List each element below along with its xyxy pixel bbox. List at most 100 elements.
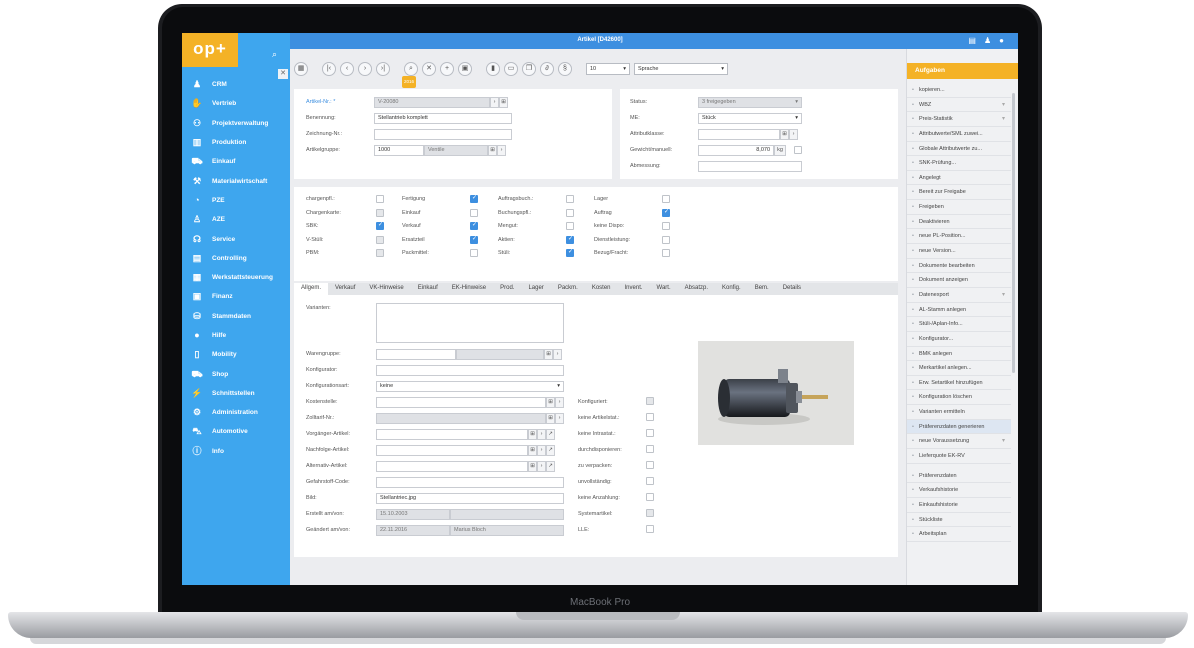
drawing-number-field[interactable] bbox=[374, 129, 512, 140]
task-item[interactable]: Dokumente bearbeiten bbox=[907, 259, 1011, 274]
sidebar-item-crm[interactable]: ♟ CRM bbox=[182, 75, 290, 94]
flag-checkbox[interactable] bbox=[566, 208, 574, 217]
task-item[interactable]: Arbeitsplan bbox=[907, 527, 1011, 542]
sidebar-item-hilfe[interactable]: ● Hilfe bbox=[182, 326, 290, 345]
flag-checkbox[interactable] bbox=[566, 222, 574, 230]
tariff-next-button[interactable]: › bbox=[555, 413, 564, 424]
task-item[interactable]: Einkaufshistorie bbox=[907, 498, 1011, 513]
tab-verkauf[interactable]: Verkauf bbox=[328, 283, 362, 295]
product-group-field[interactable] bbox=[376, 349, 456, 360]
flag-checkbox[interactable] bbox=[470, 208, 478, 217]
close-icon[interactable]: ✕ bbox=[278, 69, 288, 79]
tab-kosten[interactable]: Kosten bbox=[585, 283, 618, 295]
successor-next-button[interactable]: › bbox=[537, 445, 546, 456]
configuration-type-select[interactable]: keine ▾ bbox=[376, 381, 564, 392]
alternative-open-button[interactable]: ↗ bbox=[546, 461, 555, 472]
option-checkbox[interactable] bbox=[646, 397, 654, 405]
task-item[interactable]: Präferenzdaten generieren bbox=[907, 419, 1011, 435]
flag-checkbox[interactable] bbox=[470, 235, 478, 244]
task-item[interactable]: AL-Stamm anlegen bbox=[907, 303, 1011, 318]
weight-manual-checkbox[interactable] bbox=[794, 146, 802, 154]
grid-view-button[interactable]: ▦ bbox=[294, 62, 308, 76]
tab-lager[interactable]: Lager bbox=[521, 283, 550, 295]
predecessor-article-field[interactable] bbox=[376, 429, 528, 440]
last-record-button[interactable]: ›| bbox=[376, 62, 390, 76]
option-checkbox[interactable] bbox=[646, 509, 654, 517]
option-checkbox[interactable] bbox=[646, 477, 654, 485]
successor-open-button[interactable]: ↗ bbox=[546, 445, 555, 456]
predecessor-grid-button[interactable]: ⊞ bbox=[528, 429, 537, 440]
sidebar-item-stammdaten[interactable]: ⛁ Stammdaten bbox=[182, 307, 290, 326]
next-record-button[interactable]: › bbox=[358, 62, 372, 76]
sidebar-item-controlling[interactable]: ▤ Controlling bbox=[182, 249, 290, 268]
language-select[interactable]: Sprache ▾ bbox=[634, 63, 728, 75]
task-item[interactable]: neue Voraussetzung ▾ bbox=[907, 434, 1011, 450]
task-item[interactable]: WBZ ▾ bbox=[907, 98, 1011, 113]
task-item[interactable]: Datenexport ▾ bbox=[907, 288, 1011, 303]
flag-checkbox[interactable] bbox=[662, 222, 670, 230]
sidebar-item-service[interactable]: ☊ Service bbox=[182, 229, 290, 248]
sidebar-item-finanz[interactable]: ▣ Finanz bbox=[182, 287, 290, 306]
sidebar-item-automotive[interactable]: ⛍ Automotive bbox=[182, 422, 290, 441]
flag-checkbox[interactable] bbox=[376, 195, 384, 203]
user-icon[interactable]: ♟ bbox=[984, 36, 991, 45]
flag-checkbox[interactable] bbox=[566, 248, 574, 257]
tab-wart-[interactable]: Wart. bbox=[650, 283, 678, 295]
link-button[interactable]: § bbox=[558, 62, 572, 76]
attribute-class-next-button[interactable]: › bbox=[789, 129, 798, 140]
sidebar-item-werkstattsteuerung[interactable]: ▦ Werkstattsteuerung bbox=[182, 268, 290, 287]
task-item[interactable]: Lieferquote EK-RV bbox=[907, 449, 1011, 464]
task-item[interactable]: Merkartikel anlegen... bbox=[907, 361, 1011, 376]
option-checkbox[interactable] bbox=[646, 429, 654, 437]
sidebar-item-mobility[interactable]: ▯ Mobility bbox=[182, 345, 290, 364]
task-item[interactable]: Angelegt bbox=[907, 171, 1011, 186]
tab-einkauf[interactable]: Einkauf bbox=[411, 283, 445, 295]
flag-checkbox[interactable] bbox=[662, 208, 670, 217]
variants-textarea[interactable] bbox=[376, 303, 564, 343]
sidebar-item-vertrieb[interactable]: ✋ Vertrieb bbox=[182, 94, 290, 113]
flag-checkbox[interactable] bbox=[376, 208, 384, 217]
flag-checkbox[interactable] bbox=[662, 195, 670, 203]
flag-checkbox[interactable] bbox=[662, 235, 670, 244]
task-item[interactable]: Freigeben bbox=[907, 200, 1011, 215]
task-item[interactable]: Verkaufshistorie bbox=[907, 483, 1011, 498]
tab-bem-[interactable]: Bem. bbox=[748, 283, 776, 295]
cost-center-field[interactable] bbox=[376, 397, 546, 408]
print-button[interactable]: ▭ bbox=[504, 62, 518, 76]
article-next-button[interactable]: › bbox=[490, 97, 499, 108]
flag-checkbox[interactable] bbox=[376, 221, 384, 230]
attach-button[interactable]: ∂ bbox=[540, 62, 554, 76]
task-item[interactable]: Präferenzdaten bbox=[907, 469, 1011, 484]
pin-icon[interactable]: ● bbox=[999, 36, 1004, 45]
tab-absatzp-[interactable]: Absatzp. bbox=[678, 283, 715, 295]
status-select[interactable]: 3 freigegeben ▾ bbox=[698, 97, 802, 108]
sidebar-item-aze[interactable]: ♙ AZE bbox=[182, 210, 290, 229]
task-item[interactable]: Erw. Setartikel hinzufügen bbox=[907, 376, 1011, 391]
delete-button[interactable]: ▮ bbox=[486, 62, 500, 76]
task-item[interactable]: BMK anlegen bbox=[907, 347, 1011, 362]
predecessor-next-button[interactable]: › bbox=[537, 429, 546, 440]
sidebar-item-materialwirtschaft[interactable]: ⚒ Materialwirtschaft bbox=[182, 171, 290, 190]
configurator-field[interactable] bbox=[376, 365, 564, 376]
tab-vk-hinweise[interactable]: VK-Hinweise bbox=[362, 283, 410, 295]
task-item[interactable]: Konfiguration löschen bbox=[907, 390, 1011, 406]
successor-grid-button[interactable]: ⊞ bbox=[528, 445, 537, 456]
option-checkbox[interactable] bbox=[646, 413, 654, 421]
alternative-next-button[interactable]: › bbox=[537, 461, 546, 472]
tab-konfig-[interactable]: Konfig. bbox=[715, 283, 748, 295]
task-item[interactable]: Preis-Statistik ▾ bbox=[907, 112, 1011, 127]
save-button[interactable]: ▣ bbox=[458, 62, 472, 76]
sidebar-search-icon[interactable]: ⌕ bbox=[272, 49, 277, 60]
predecessor-open-button[interactable]: ↗ bbox=[546, 429, 555, 440]
article-grid-button[interactable]: ⊞ bbox=[499, 97, 508, 108]
flag-checkbox[interactable] bbox=[566, 235, 574, 244]
image-field[interactable]: Stellantriec.jpg bbox=[376, 493, 564, 504]
tab-ek-hinweise[interactable]: EK-Hinweise bbox=[445, 283, 493, 295]
task-item[interactable]: Varianten ermitteln bbox=[907, 405, 1011, 420]
weight-field[interactable]: 8,070 bbox=[698, 145, 774, 156]
help-icon[interactable]: ▤ bbox=[968, 36, 976, 45]
attribute-class-field[interactable] bbox=[698, 129, 780, 140]
task-item[interactable]: Globale Attributwerte zu... bbox=[907, 142, 1011, 157]
option-checkbox[interactable] bbox=[646, 445, 654, 453]
task-item[interactable]: SNK-Prüfung... bbox=[907, 156, 1011, 171]
